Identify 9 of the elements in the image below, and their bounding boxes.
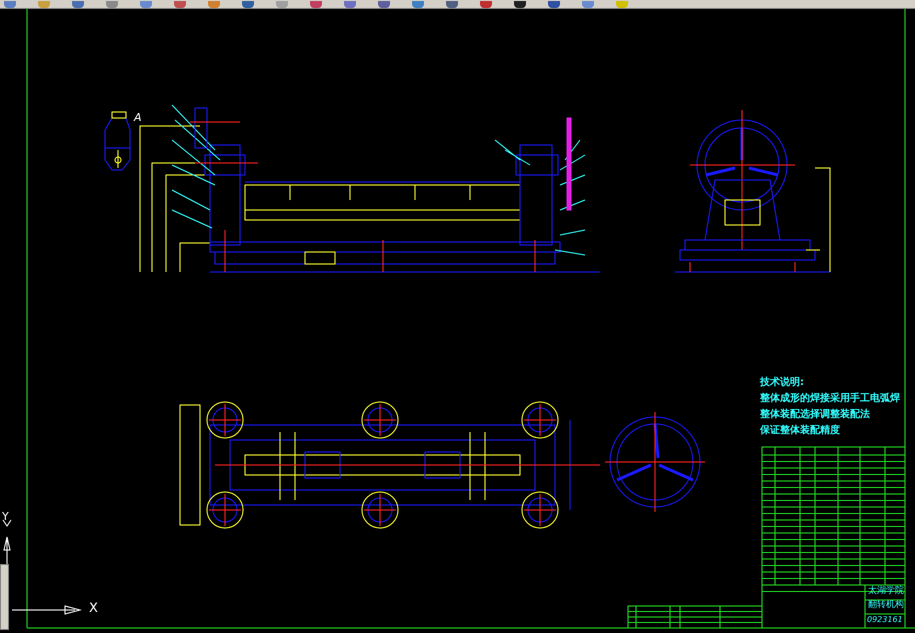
axis-label: Y [2,511,9,522]
drawing-name: 翻转机构 [868,601,904,610]
technical-note: 整体装配选择调整装配法 [760,409,871,421]
axis-label: X [89,602,98,615]
technical-note: 保证整体装配精度 [760,425,841,437]
technical-note: 整体成形的焊接采用手工电弧焊 [760,393,900,405]
drawing-number: 0923161 [867,616,903,624]
view-label: A [134,112,142,123]
notes-title: 技术说明: [760,377,805,389]
